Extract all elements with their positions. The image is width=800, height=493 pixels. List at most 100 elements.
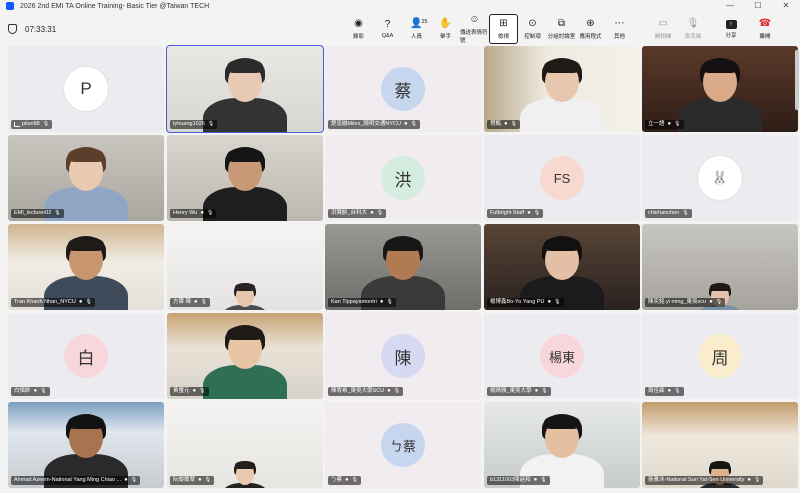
mic-muted-icon: 🎙: [206, 210, 214, 216]
toolbar-more-button[interactable]: ⋯ 其他: [605, 14, 634, 44]
camera-status-icon: ●: [345, 477, 349, 483]
participant-nameplate: 白慎帥 ● 🎙: [11, 387, 50, 396]
participant-name: chiehanchen: [648, 210, 680, 216]
meeting-timer: 07:33:31: [8, 24, 56, 34]
toolbar-breakout-button[interactable]: ⧉ 分組討論室: [547, 14, 576, 44]
close-button[interactable]: ✕: [772, 0, 800, 12]
participant-name: ㄅ蔡: [331, 477, 343, 483]
participant-nameplate: 周佳霖 ● 🎙: [645, 387, 684, 396]
participant-tile[interactable]: 張雅沐-National Sun Yat-Sen University ● 🎙: [642, 402, 798, 488]
participant-tile[interactable]: 🐰 chiehanchen 🎙: [642, 135, 798, 221]
participant-nameplate: Tran Khanh Nhan_NYCU ● 🎙: [11, 298, 95, 307]
window-controls: — ☐ ✕: [716, 0, 800, 12]
toolbar-label: 分享: [725, 32, 737, 39]
participant-nameplate: tyhuang1026 🎙: [170, 120, 218, 129]
participant-tile[interactable]: 周周佳霖 ● 🎙: [642, 313, 798, 399]
mic-muted-icon: 🎙: [376, 210, 384, 216]
participant-tile[interactable]: Tran Khanh Nhan_NYCU ● 🎙: [8, 224, 164, 310]
camera-status-icon: ●: [533, 477, 538, 483]
toolbar-label: Q&A: [381, 33, 394, 39]
minimize-button[interactable]: —: [716, 0, 744, 12]
participant-tile[interactable]: b1311003陳廷和 ● 🎙: [484, 402, 640, 488]
gallery-scrollbar[interactable]: [795, 50, 799, 110]
mic-muted-icon: 🎙: [351, 477, 358, 483]
participant-nameplate: 賀甄 ● 🎙: [487, 120, 520, 129]
camera-status-icon: ●: [200, 210, 204, 216]
emoji-icon: ☺: [469, 14, 480, 25]
toolbar-raise-hand-button[interactable]: ✋ 舉手: [431, 14, 460, 44]
participant-name: 立一語: [648, 121, 665, 127]
participant-avatar: 🐰: [698, 156, 742, 200]
camera-status-icon: ●: [667, 388, 672, 394]
toolbar-label: 分組討論室: [547, 34, 576, 40]
participant-name: 方霽 陳: [173, 299, 192, 305]
participant-tile[interactable]: Henry Wu ● 🎙: [167, 135, 323, 221]
toolbar-people-button[interactable]: 👤 25 人員: [402, 14, 431, 44]
participant-tile[interactable]: 黃璽元 ● 🎙: [167, 313, 323, 399]
participant-name: 阮黎蘭翠: [173, 477, 196, 483]
camera-status-icon: ●: [534, 388, 539, 394]
participant-tile[interactable]: 楊博鑫Bo-Yu Yang PU ● 🎙: [484, 224, 640, 310]
camera-status-icon: ●: [747, 477, 752, 483]
participant-tile[interactable]: 陳陳宥希_東吳大學SCU ● 🎙: [325, 313, 481, 399]
participant-name: Ahmad Azeem-National Yang Ming Chiao ...: [14, 477, 122, 483]
participant-tile[interactable]: tyhuang1026 🎙: [166, 45, 324, 133]
participant-nameplate: 立一語 ● 🎙: [645, 120, 684, 129]
participant-nameplate: pilun88 🎙: [11, 120, 53, 129]
toolbar-qa-button[interactable]: ? Q&A: [373, 14, 402, 44]
camera-status-icon: ●: [198, 477, 202, 483]
shield-icon[interactable]: [8, 24, 17, 34]
participant-tile[interactable]: 賀甄 ● 🎙: [484, 46, 640, 132]
participant-tile[interactable]: 蔡楚忠融Miles_陽明交通NYCU ● 🎙: [325, 46, 481, 132]
participant-name: Henry Wu: [173, 210, 198, 216]
participant-avatar: 白: [64, 334, 108, 378]
camera-status-icon: ●: [370, 210, 374, 216]
participant-name: Fulbright Staff: [490, 210, 525, 216]
mic-muted-icon: 🎙: [130, 477, 138, 483]
participant-tile[interactable]: 方霽 陳 ● 🎙: [167, 224, 323, 310]
toolbar-view-button[interactable]: ⊞ 檢視: [489, 14, 518, 44]
participant-tile[interactable]: 洪洪賢齡_台科大 ● 🎙: [325, 135, 481, 221]
participant-avatar: P: [64, 67, 108, 111]
participant-tile[interactable]: 阮黎蘭翠 ● 🎙: [167, 402, 323, 488]
participant-tile[interactable]: ㄅ蔡 ㄅ蔡 ● 🎙: [325, 402, 481, 488]
participant-tile[interactable]: Ppilun88 🎙: [8, 46, 164, 132]
participant-nameplate: 楊晴雅_東吳大學 ● 🎙: [487, 387, 551, 396]
participant-tile[interactable]: Ahmad Azeem-National Yang Ming Chiao ...…: [8, 402, 164, 488]
participant-nameplate: Ahmad Azeem-National Yang Ming Chiao ...…: [11, 476, 141, 485]
toolbar-label: 舉手: [439, 34, 451, 40]
participant-tile[interactable]: 陳奕銘 yi ming_東吳scu ● 🎙: [642, 224, 798, 310]
participant-tile[interactable]: EMI_lecturer02 🎙: [8, 135, 164, 221]
mic-muted-icon: 🎙: [541, 388, 548, 394]
mic-muted-icon: 🎙: [682, 210, 689, 216]
toolbar-camera-off-button[interactable]: ▭ 開相機: [648, 14, 678, 44]
toolbar-record-button[interactable]: ◉ 錄影: [344, 14, 373, 44]
mic-muted-icon: 🎙: [42, 121, 50, 127]
toolbar-leave-button[interactable]: ☎ 離開: [750, 14, 780, 44]
participant-nameplate: ㄅ蔡 ● 🎙: [328, 476, 361, 485]
participant-nameplate: b1311003陳廷和 ● 🎙: [487, 476, 550, 485]
participant-avatar: 陳: [381, 334, 425, 378]
participant-nameplate: 張雅沐-National Sun Yat-Sen University ● 🎙: [645, 476, 764, 485]
participant-tile[interactable]: 白白慎帥 ● 🎙: [8, 313, 164, 399]
apps-icon: ⊕: [586, 18, 595, 29]
participant-tile[interactable]: FS Fulbright Staff ● 🎙: [484, 135, 640, 221]
participant-tile[interactable]: 楊東 楊晴雅_東吳大學 ● 🎙: [484, 313, 640, 399]
breakout-icon: ⧉: [557, 18, 566, 29]
toolbar-apps-button[interactable]: ⊕ 應用程式: [576, 14, 605, 44]
meeting-toolbar: 07:33:31 ◉ 錄影? Q&A 👤 25 人員 ✋ 舉手 ☺ 傳送表情符號 ⊞ 檢視 ⊙ 控制項 ⧉ 分…: [0, 12, 800, 46]
maximize-button[interactable]: ☐: [744, 0, 772, 12]
participant-tile[interactable]: Kan Tippayamontri ● 🎙: [325, 224, 481, 310]
toolbar-share-button[interactable]: ↑ 分享: [716, 14, 746, 44]
toolbar-controls-button[interactable]: ⊙ 控制項: [518, 14, 547, 44]
toolbar-emoji-button[interactable]: ☺ 傳送表情符號: [460, 14, 489, 44]
mic-muted-icon: 🎙: [510, 121, 517, 127]
participant-name: 賀甄: [490, 121, 502, 127]
toolbar-mic-off-button[interactable]: 🎙 麥克風: [678, 14, 708, 44]
participant-name: Kan Tippayamontri: [331, 299, 377, 305]
participant-nameplate: 洪賢齡_台科大 ● 🎙: [328, 209, 387, 218]
toolbar-label: 開相機: [654, 34, 672, 40]
participant-tile[interactable]: 立一語 ● 🎙: [642, 46, 798, 132]
title-bar: 2026 2nd EMI TA Online Training- Basic T…: [0, 0, 800, 12]
participant-avatar: 蔡: [381, 67, 425, 111]
